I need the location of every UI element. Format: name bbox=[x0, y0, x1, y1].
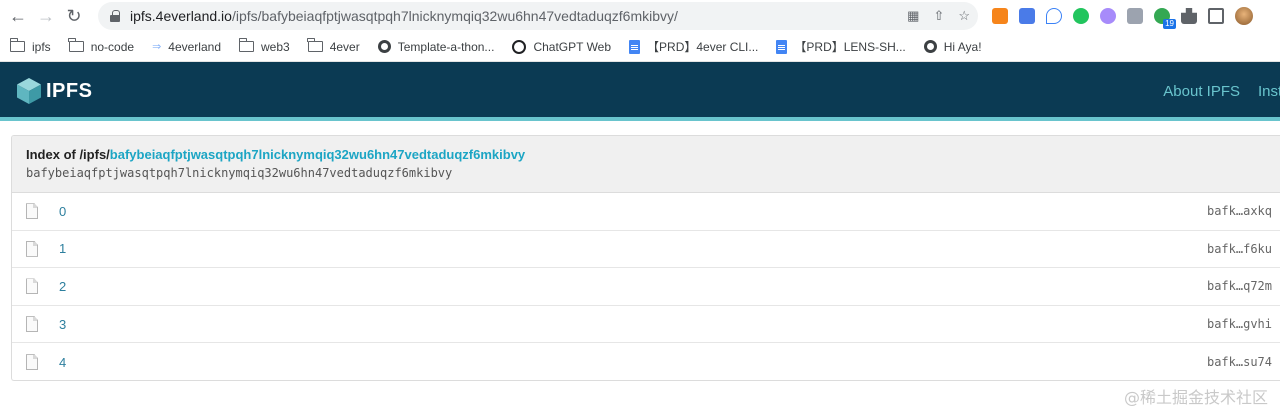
bookmark-4everland[interactable]: ⇒ 4everland bbox=[152, 40, 221, 54]
green-circle-extension-icon[interactable] bbox=[1073, 8, 1089, 24]
listing-header: Index of /ipfs/bafybeiaqfptjwasqtpqh7lni… bbox=[12, 136, 1280, 193]
bookmark-prd-4ever-cli[interactable]: 【PRD】4ever CLI... bbox=[629, 38, 758, 55]
directory-listing: Index of /ipfs/bafybeiaqfptjwasqtpqh7lni… bbox=[11, 135, 1280, 381]
bookmark-prd-lens-sh[interactable]: 【PRD】LENS-SH... bbox=[776, 38, 906, 55]
reload-icon[interactable]: ↻ bbox=[60, 2, 88, 30]
extension-badge: 19 bbox=[1163, 19, 1176, 29]
file-hash-link[interactable]: bafk…axkq bbox=[1207, 204, 1272, 218]
forward-arrow-icon[interactable]: → bbox=[32, 2, 60, 30]
share-icon[interactable]: ⇧ bbox=[933, 8, 944, 24]
bookmark-label: Template-a-thon... bbox=[397, 39, 495, 54]
file-icon bbox=[26, 278, 38, 295]
bookmark-ipfs[interactable]: ipfs bbox=[9, 38, 51, 54]
table-row: 1 bafk…f6ku bbox=[12, 231, 1280, 269]
browser-toolbar: ← → ↻ ipfs.4everland.io/ipfs/bafybeiaqfp… bbox=[0, 0, 1280, 32]
bookmark-chatgpt-web[interactable]: ChatGPT Web bbox=[512, 39, 612, 54]
bookmark-no-code[interactable]: no-code bbox=[68, 38, 135, 54]
site-header: IPFS About IPFS Install bbox=[0, 62, 1280, 120]
folder-icon bbox=[9, 38, 25, 52]
file-icon bbox=[26, 316, 38, 333]
back-arrow-icon[interactable]: ← bbox=[4, 2, 32, 30]
folder-icon bbox=[307, 38, 323, 52]
table-row: 2 bafk…q72m bbox=[12, 268, 1280, 306]
bookmark-hi-aya[interactable]: Hi Aya! bbox=[923, 39, 982, 54]
file-icon bbox=[26, 354, 38, 371]
bookmark-label: 4everland bbox=[168, 39, 221, 54]
index-cid: bafybeiaqfptjwasqtpqh7lnicknymqiq32wu6hn… bbox=[26, 166, 453, 180]
bookmark-label: ChatGPT Web bbox=[533, 39, 612, 54]
metamask-icon[interactable] bbox=[992, 8, 1008, 24]
translate-extension-icon[interactable] bbox=[1019, 8, 1035, 24]
bookmark-label: 4ever bbox=[329, 39, 360, 54]
bookmark-label: Hi Aya! bbox=[943, 39, 982, 54]
side-panel-icon[interactable] bbox=[1208, 8, 1224, 24]
4everland-icon: ⇒ bbox=[152, 41, 162, 53]
table-row: 3 bafk…gvhi bbox=[12, 306, 1280, 344]
google-doc-icon bbox=[629, 39, 641, 54]
translate-icon[interactable]: ▦ bbox=[907, 8, 919, 24]
file-name-link[interactable]: 1 bbox=[59, 241, 66, 256]
drop-icon[interactable] bbox=[1046, 8, 1062, 24]
folder-icon bbox=[238, 38, 254, 52]
file-icon bbox=[26, 240, 38, 257]
logo-text: IPFS bbox=[46, 79, 93, 102]
globe-icon bbox=[377, 40, 391, 53]
puzzle-icon[interactable] bbox=[1181, 8, 1197, 24]
grid-extension-icon[interactable] bbox=[1127, 8, 1143, 24]
file-hash-link[interactable]: bafk…f6ku bbox=[1207, 242, 1272, 256]
bookmark-label: 【PRD】LENS-SH... bbox=[794, 40, 906, 54]
bookmark-label: web3 bbox=[261, 39, 290, 54]
bookmark-template-a-thon[interactable]: Template-a-thon... bbox=[377, 39, 495, 54]
google-doc-icon bbox=[776, 39, 788, 54]
watermark: @稀土掘金技术社区 bbox=[1123, 388, 1268, 407]
profile-avatar[interactable] bbox=[1235, 7, 1253, 25]
file-name-link[interactable]: 2 bbox=[59, 279, 66, 294]
ipfs-logo[interactable]: IPFS bbox=[16, 77, 92, 105]
bookmark-label: ipfs bbox=[32, 39, 51, 54]
file-name-link[interactable]: 3 bbox=[59, 317, 66, 332]
lock-icon[interactable] bbox=[110, 10, 120, 22]
table-row: 4 bafk…su74 bbox=[12, 343, 1280, 380]
header-accent-bar bbox=[0, 117, 1280, 121]
url-text[interactable]: ipfs.4everland.io/ipfs/bafybeiaqfptjwasq… bbox=[130, 8, 678, 24]
chatgpt-icon bbox=[512, 39, 527, 54]
url-host: ipfs.4everland.io bbox=[130, 8, 232, 24]
nav-about-ipfs[interactable]: About IPFS bbox=[1163, 83, 1240, 100]
index-title: Index of /ipfs/bafybeiaqfptjwasqtpqh7lni… bbox=[26, 147, 1266, 162]
bookmark-label: 【PRD】4ever CLI... bbox=[647, 40, 759, 54]
url-path: /ipfs/bafybeiaqfptjwasqtpqh7lnicknymqiq3… bbox=[231, 8, 678, 24]
globe-icon bbox=[923, 40, 937, 53]
file-hash-link[interactable]: bafk…gvhi bbox=[1207, 317, 1272, 331]
file-hash-link[interactable]: bafk…q72m bbox=[1207, 279, 1272, 293]
bookmark-4ever[interactable]: 4ever bbox=[307, 38, 360, 54]
bookmark-star-icon[interactable]: ☆ bbox=[958, 8, 970, 24]
counter-extension-icon[interactable]: 19 bbox=[1154, 8, 1176, 29]
nav-install[interactable]: Install bbox=[1258, 83, 1280, 100]
file-hash-link[interactable]: bafk…su74 bbox=[1207, 355, 1272, 369]
file-icon bbox=[26, 203, 38, 220]
purple-extension-icon[interactable] bbox=[1100, 8, 1116, 24]
file-name-link[interactable]: 4 bbox=[59, 355, 66, 370]
table-row: 0 bafk…axkq bbox=[12, 193, 1280, 231]
bookmarks-bar: ipfs no-code ⇒ 4everland web3 4ever Templ… bbox=[0, 32, 1280, 62]
index-cid-link[interactable]: bafybeiaqfptjwasqtpqh7lnicknymqiq32wu6hn… bbox=[110, 147, 525, 162]
index-title-prefix: Index of /ipfs/ bbox=[26, 147, 110, 162]
file-name-link[interactable]: 0 bbox=[59, 204, 66, 219]
bookmark-label: no-code bbox=[90, 39, 135, 54]
folder-icon bbox=[68, 38, 84, 52]
ipfs-cube-icon bbox=[17, 78, 41, 104]
address-bar[interactable]: ipfs.4everland.io/ipfs/bafybeiaqfptjwasq… bbox=[98, 2, 978, 30]
bookmark-web3[interactable]: web3 bbox=[238, 38, 290, 54]
